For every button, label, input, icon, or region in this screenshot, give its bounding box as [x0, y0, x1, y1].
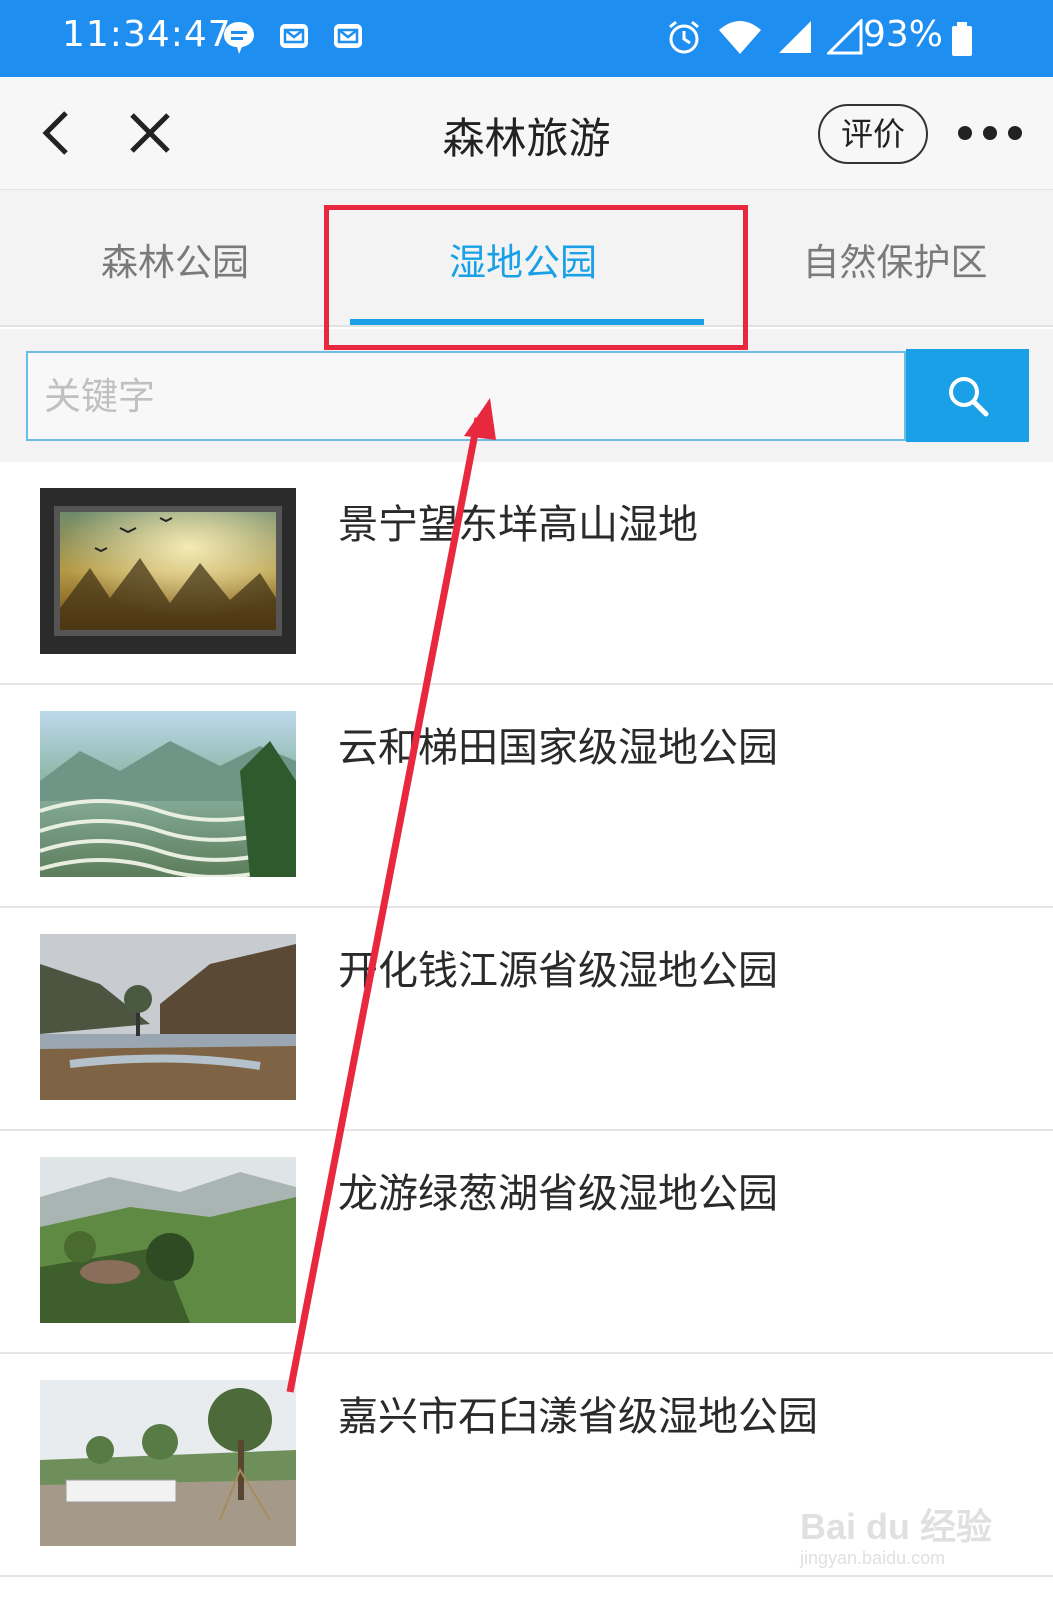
item-title: 景宁望东垟高山湿地: [338, 502, 698, 548]
wetland-park-list: 景宁望东垟高山湿地 云和梯田国家级湿地公园 开化钱江源省级湿地公园 龙游绿葱湖省…: [0, 462, 1053, 1577]
mail-icon: [334, 24, 362, 48]
watermark-brand: Bai du 经验: [800, 1506, 993, 1547]
search-button[interactable]: [906, 349, 1029, 442]
thumbnail-image: [40, 1157, 296, 1323]
notification-icons: [222, 20, 364, 56]
item-title: 龙游绿葱湖省级湿地公园: [338, 1171, 778, 1217]
search-icon: [948, 376, 988, 416]
system-icons: [665, 18, 863, 56]
status-bar: 11:34:47 93%: [0, 0, 1053, 77]
thumbnail-image: [40, 934, 296, 1100]
thumbnail-image: [40, 711, 296, 877]
watermark: Bai du 经验 jingyan.baidu.com: [800, 1478, 1000, 1578]
list-item[interactable]: 云和梯田国家级湿地公园: [0, 685, 1053, 908]
list-item[interactable]: 开化钱江源省级湿地公园: [0, 908, 1053, 1131]
thumbnail-image: [40, 1380, 296, 1546]
mail-icon: [280, 24, 308, 48]
tab-forest-park[interactable]: 森林公园: [70, 232, 280, 286]
battery-icon: [952, 22, 972, 56]
search-input[interactable]: [26, 351, 906, 441]
more-dots-icon[interactable]: [958, 113, 1022, 153]
wifi-icon: [719, 21, 761, 54]
tab-nature-reserve[interactable]: 自然保护区: [770, 232, 1020, 286]
list-item[interactable]: 景宁望东垟高山湿地: [0, 462, 1053, 685]
item-title: 嘉兴市石臼漾省级湿地公园: [338, 1394, 818, 1440]
thumbnail-image: [40, 488, 296, 654]
nav-bar: 森林旅游 评价: [0, 77, 1053, 190]
alarm-icon: [669, 20, 699, 54]
watermark-url: jingyan.baidu.com: [800, 1548, 946, 1568]
rate-button[interactable]: 评价: [818, 104, 928, 164]
signal-icon: [779, 21, 811, 53]
chat-bubble-icon: [224, 22, 254, 54]
annotation-highlight-box: [324, 205, 748, 350]
signal-empty-icon: [827, 19, 863, 55]
item-title: 云和梯田国家级湿地公园: [338, 725, 778, 771]
battery-level: 93%: [862, 14, 943, 55]
list-item[interactable]: 龙游绿葱湖省级湿地公园: [0, 1131, 1053, 1354]
item-title: 开化钱江源省级湿地公园: [338, 948, 778, 994]
status-time: 11:34:47: [62, 14, 232, 55]
